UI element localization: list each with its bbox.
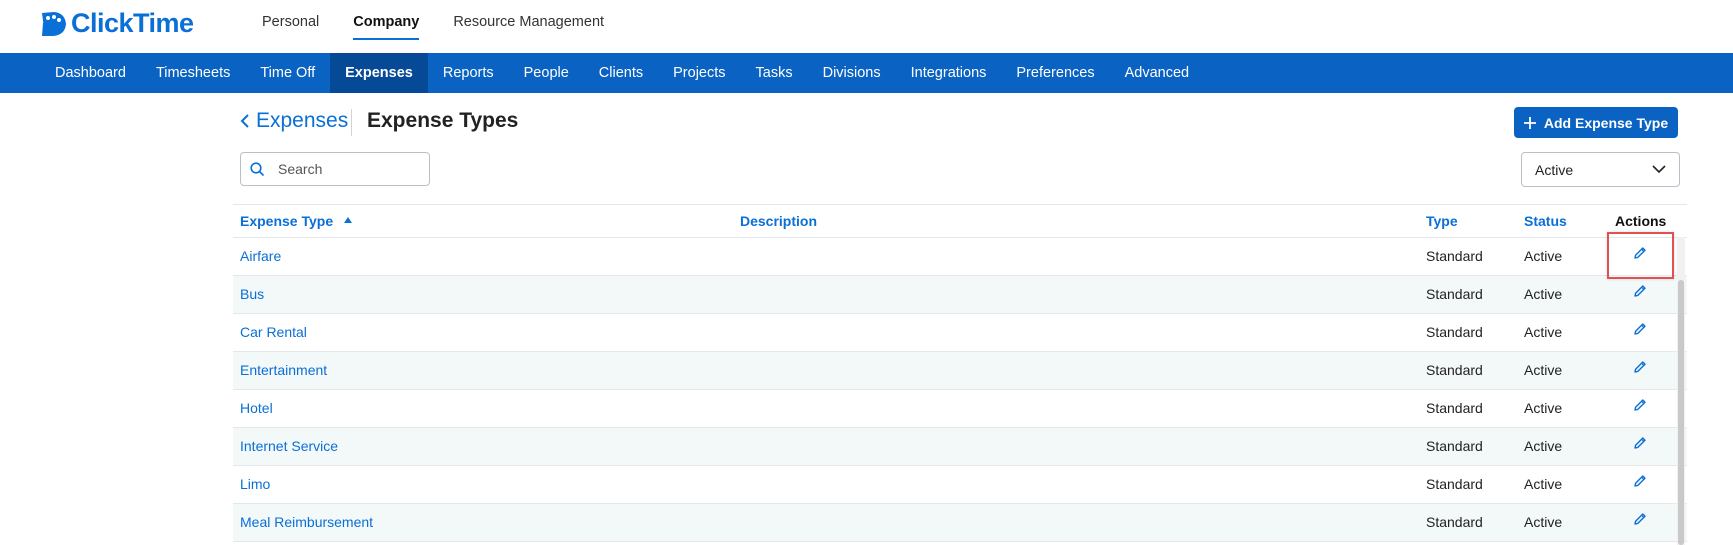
nav-tab-projects[interactable]: Projects <box>658 53 740 93</box>
expense-type-type: Standard <box>1426 400 1483 416</box>
nav-tab-preferences[interactable]: Preferences <box>1001 53 1109 93</box>
expense-type-type: Standard <box>1426 362 1483 378</box>
table-header: Expense Type Description Type Status Act… <box>233 204 1687 238</box>
nav-tab-clients[interactable]: Clients <box>584 53 658 93</box>
column-header-type[interactable]: Type <box>1426 213 1458 229</box>
expense-type-type: Standard <box>1426 286 1483 302</box>
nav-tab-timesheets[interactable]: Timesheets <box>141 53 245 93</box>
top-header: ClickTime Personal Company Resource Manage… <box>0 0 1733 53</box>
edit-highlight-box <box>1607 232 1674 279</box>
plus-icon <box>1523 116 1536 129</box>
table-row: Internet Service Standard Active <box>233 428 1687 466</box>
edit-pencil-icon[interactable] <box>1633 360 1647 379</box>
expense-type-name-link[interactable]: Meal Reimbursement <box>240 514 373 530</box>
chevron-down-icon <box>1652 165 1666 174</box>
table-row: Airfare Standard Active <box>233 238 1687 276</box>
search-icon <box>250 161 265 176</box>
brand-logo[interactable]: ClickTime <box>39 8 194 39</box>
edit-pencil-icon[interactable] <box>1633 474 1647 493</box>
table-row: Limo Standard Active <box>233 466 1687 504</box>
status-filter-value: Active <box>1535 161 1574 178</box>
expense-type-status: Active <box>1524 438 1563 454</box>
expense-type-status: Active <box>1524 286 1563 302</box>
expense-type-status: Active <box>1524 400 1563 416</box>
expense-type-status: Active <box>1524 324 1563 340</box>
back-link-label: Expenses <box>256 109 349 132</box>
expense-type-status: Active <box>1524 476 1563 492</box>
top-nav-resource-management[interactable]: Resource Management <box>453 0 604 38</box>
brand-name: ClickTime <box>71 8 194 38</box>
edit-pencil-icon[interactable] <box>1633 512 1647 531</box>
sort-ascending-icon[interactable] <box>344 217 352 223</box>
top-nav-company[interactable]: Company <box>353 0 420 40</box>
expense-type-type: Standard <box>1426 476 1483 492</box>
page-title: Expense Types <box>367 109 519 132</box>
column-header-actions: Actions <box>1615 213 1667 229</box>
expense-type-name-link[interactable]: Internet Service <box>240 438 338 454</box>
nav-tab-people[interactable]: People <box>509 53 584 93</box>
expense-types-table: Expense Type Description Type Status Act… <box>233 204 1687 542</box>
edit-pencil-icon[interactable] <box>1633 284 1647 303</box>
edit-pencil-icon[interactable] <box>1633 322 1647 341</box>
column-header-status[interactable]: Status <box>1524 213 1567 229</box>
status-filter-select[interactable]: Active <box>1521 152 1680 187</box>
table-row: Car Rental Standard Active <box>233 314 1687 352</box>
column-header-description[interactable]: Description <box>740 213 817 229</box>
expense-type-status: Active <box>1524 514 1563 530</box>
chevron-left-icon <box>240 114 249 128</box>
nav-tab-time-off[interactable]: Time Off <box>245 53 330 93</box>
nav-tab-tasks[interactable]: Tasks <box>741 53 808 93</box>
nav-tab-integrations[interactable]: Integrations <box>896 53 1002 93</box>
expense-type-type: Standard <box>1426 248 1483 264</box>
table-row: Meal Reimbursement Standard Active <box>233 504 1687 542</box>
nav-tab-divisions[interactable]: Divisions <box>808 53 896 93</box>
nav-tab-advanced[interactable]: Advanced <box>1110 53 1205 93</box>
add-expense-type-button[interactable]: Add Expense Type <box>1514 107 1678 138</box>
nav-tab-expenses[interactable]: Expenses <box>330 53 428 93</box>
expense-type-type: Standard <box>1426 324 1483 340</box>
nav-tab-reports[interactable]: Reports <box>428 53 509 93</box>
expense-type-name-link[interactable]: Limo <box>240 476 270 492</box>
nav-tab-dashboard[interactable]: Dashboard <box>40 53 141 93</box>
table-body: Airfare Standard Active Bus Standard Active Ca… <box>233 238 1687 542</box>
scrollbar-thumb[interactable] <box>1678 280 1684 545</box>
search-box <box>240 152 430 186</box>
header-divider <box>351 109 352 136</box>
back-to-expenses-link[interactable]: Expenses <box>240 109 348 133</box>
search-input[interactable] <box>276 160 420 178</box>
clicktime-logo-icon <box>42 11 66 36</box>
expense-type-status: Active <box>1524 362 1563 378</box>
table-row: Entertainment Standard Active <box>233 352 1687 390</box>
table-row: Bus Standard Active <box>233 276 1687 314</box>
expense-type-name-link[interactable]: Hotel <box>240 400 273 416</box>
add-button-label: Add Expense Type <box>1543 114 1669 131</box>
edit-pencil-icon[interactable] <box>1633 398 1647 417</box>
main-nav: Dashboard Timesheets Time Off Expenses Repor… <box>0 53 1733 93</box>
top-nav: Personal Company Resource Management <box>262 0 638 53</box>
expense-type-name-link[interactable]: Entertainment <box>240 362 327 378</box>
edit-pencil-icon[interactable] <box>1633 436 1647 455</box>
expense-type-type: Standard <box>1426 438 1483 454</box>
expense-type-name-link[interactable]: Car Rental <box>240 324 307 340</box>
expense-type-type: Standard <box>1426 514 1483 530</box>
column-header-expense-type[interactable]: Expense Type <box>240 213 333 229</box>
expense-type-name-link[interactable]: Airfare <box>240 248 281 264</box>
expense-type-name-link[interactable]: Bus <box>240 286 264 302</box>
top-nav-personal[interactable]: Personal <box>262 0 319 38</box>
table-row: Hotel Standard Active <box>233 390 1687 428</box>
expense-type-status: Active <box>1524 248 1563 264</box>
